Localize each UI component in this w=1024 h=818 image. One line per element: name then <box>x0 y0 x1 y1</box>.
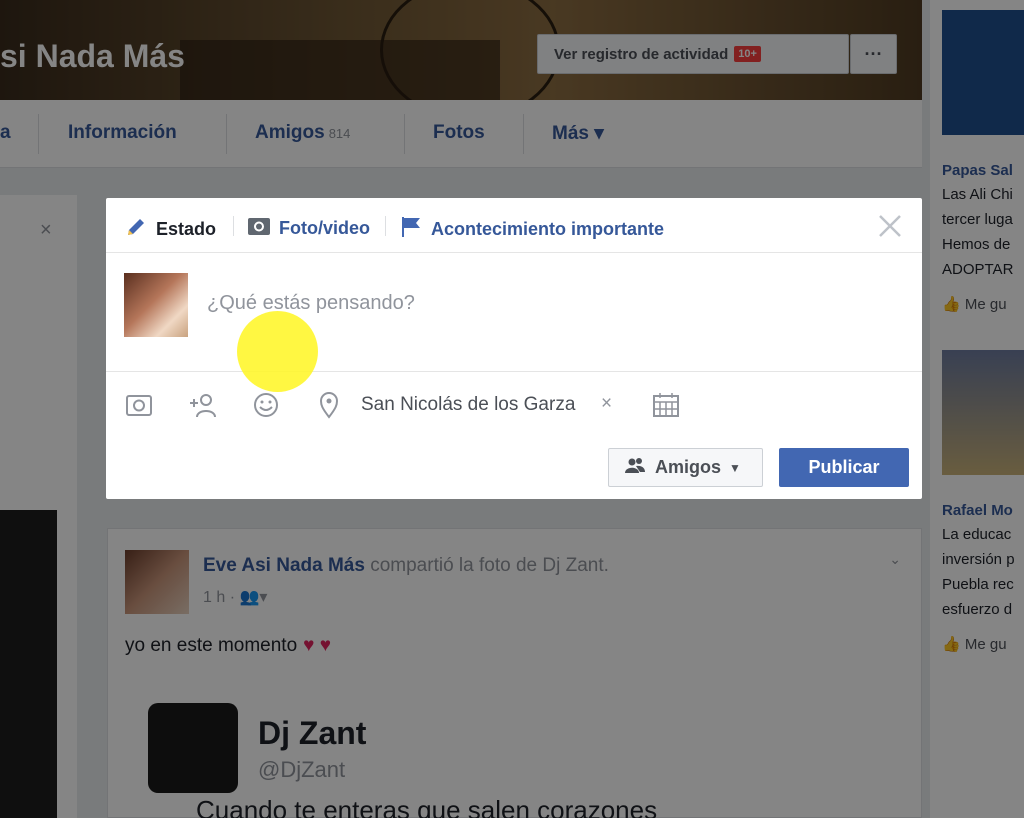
tab-status-label: Estado <box>156 219 217 239</box>
publish-button[interactable]: Publicar <box>779 448 909 487</box>
tab-life-event-label: Acontecimiento importante <box>431 219 665 239</box>
close-icon[interactable] <box>878 214 902 238</box>
tab-photo-video[interactable]: Foto/video <box>247 215 370 242</box>
composer-toolbar: San Nicolás de los Garza × <box>106 371 922 435</box>
composer-avatar <box>124 273 188 337</box>
audience-selector[interactable]: Amigos ▼ <box>608 448 763 487</box>
location-pin-icon[interactable] <box>314 390 344 420</box>
tab-life-event[interactable]: Acontecimiento importante <box>399 215 664 244</box>
calendar-icon[interactable] <box>651 390 681 420</box>
tag-friends-icon[interactable] <box>188 390 218 420</box>
pencil-icon <box>124 215 148 244</box>
tab-divider <box>385 216 386 236</box>
composer-tabs: Estado Foto/video Acontecimiento importa… <box>106 198 922 253</box>
friends-icon <box>625 457 645 478</box>
flag-icon <box>399 215 423 244</box>
chevron-down-icon: ▼ <box>729 460 741 475</box>
status-input[interactable] <box>207 292 887 315</box>
remove-location-icon[interactable]: × <box>601 393 612 415</box>
camera-icon <box>247 215 271 242</box>
feeling-icon[interactable] <box>251 390 281 420</box>
audience-label: Amigos <box>655 457 722 477</box>
tab-divider <box>233 216 234 236</box>
cursor-highlight <box>237 311 318 392</box>
add-photo-icon[interactable] <box>124 390 154 420</box>
tab-status[interactable]: Estado <box>124 215 216 244</box>
location-text[interactable]: San Nicolás de los Garza <box>361 394 575 416</box>
tab-photo-video-label: Foto/video <box>279 218 370 238</box>
status-composer: Estado Foto/video Acontecimiento importa… <box>106 198 922 499</box>
